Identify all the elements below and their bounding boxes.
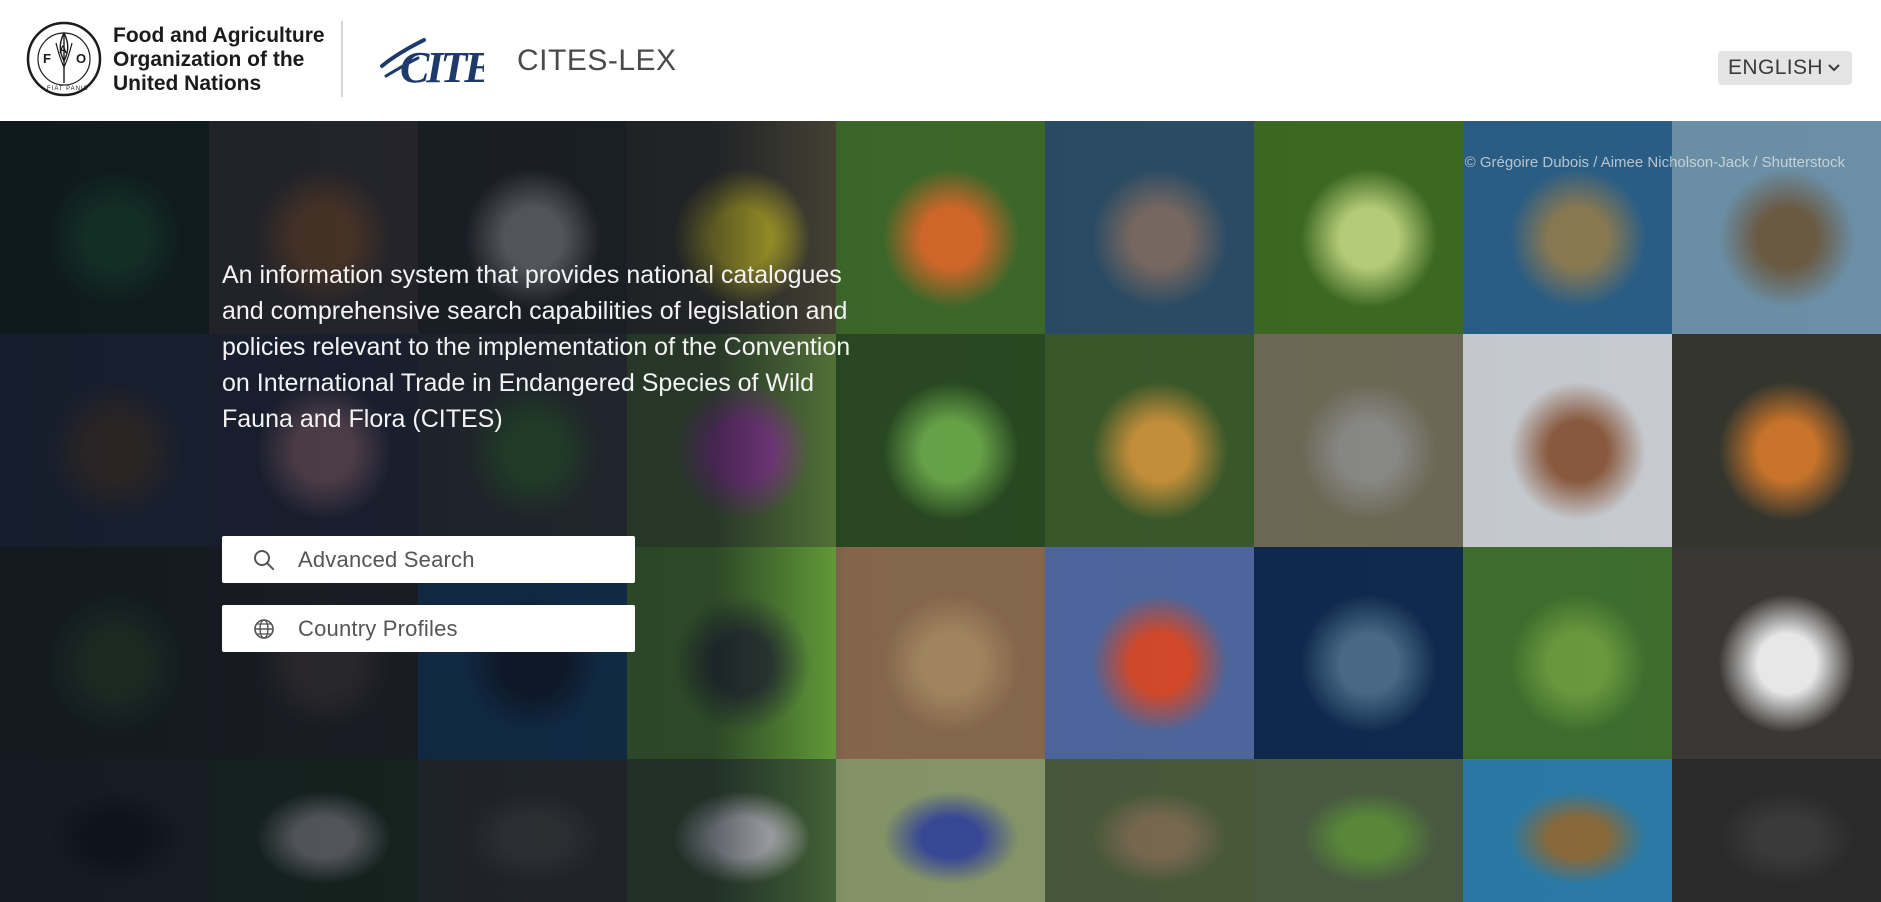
species-tile-flycatcher [836,759,1045,902]
species-tile-salamander [1672,334,1881,547]
species-photo-grid [0,121,1881,902]
emblem-letter-o: O [76,51,86,66]
species-tile-green-frog [627,547,836,759]
language-select-value: ENGLISH [1728,56,1823,79]
species-tile-cockatoo [209,759,418,902]
search-icon [254,550,274,570]
species-tile-jaguar [1045,334,1254,547]
species-tile-whale-shark [1254,547,1463,759]
chevron-down-icon [1828,64,1840,72]
cites-logo-icon[interactable]: CITES [378,26,484,92]
emblem-letter-a: A [59,44,67,56]
emblem-motto: FIAT PANIS [47,86,89,92]
country-profiles-label: Country Profiles [298,616,458,641]
language-select[interactable]: ENGLISH [1718,51,1852,85]
country-profiles-button[interactable]: Country Profiles [222,605,635,652]
site-header: F A O FIAT PANIS Food and Agriculture Or… [0,0,1881,121]
species-tile-panda [627,759,836,902]
species-tile-sea-turtle [1463,759,1672,902]
header-divider [341,21,343,97]
fao-emblem-icon[interactable]: F A O FIAT PANIS [26,21,102,97]
species-tile-elephant [1254,334,1463,547]
species-tile-hippo [1045,121,1254,334]
advanced-search-label: Advanced Search [298,547,475,572]
photo-credit: © Grégoire Dubois / Aimee Nicholson-Jack… [1464,154,1845,171]
species-tile-bush [0,547,209,759]
species-tile-gibbon [1045,759,1254,902]
cites-logo-text: CITES [400,43,484,92]
species-tile-iguana [418,759,627,902]
species-tile-tree-frog [1254,121,1463,334]
org-name-line-2: Organization of the [113,48,305,71]
app-title[interactable]: CITES-LEX [517,44,677,78]
species-tile-lynx [836,547,1045,759]
org-name-line-3: United Nations [113,72,262,95]
species-tile-hummingbird [0,121,209,334]
species-tile-gorilla [0,759,209,902]
species-tile-lorikeet [1045,547,1254,759]
species-tile-walrus [1463,334,1672,547]
advanced-search-button[interactable]: Advanced Search [222,536,635,583]
species-tile-rainforest [1463,547,1672,759]
species-tile-lizard [1254,759,1463,902]
fao-organization-name[interactable]: Food and Agriculture Organization of the… [113,24,325,96]
species-tile-baobab [1672,121,1881,334]
species-tile-extra [1672,759,1881,902]
species-tile-zebras [1672,547,1881,759]
hero-section: © Grégoire Dubois / Aimee Nicholson-Jack… [0,121,1881,902]
org-name-line-1: Food and Agriculture [113,24,325,47]
species-tile-shark-water [1463,121,1672,334]
intro-text: An information system that provides nati… [222,261,851,433]
globe-icon [254,619,274,639]
species-tile-eagle [0,334,209,547]
emblem-letter-f: F [43,51,51,66]
